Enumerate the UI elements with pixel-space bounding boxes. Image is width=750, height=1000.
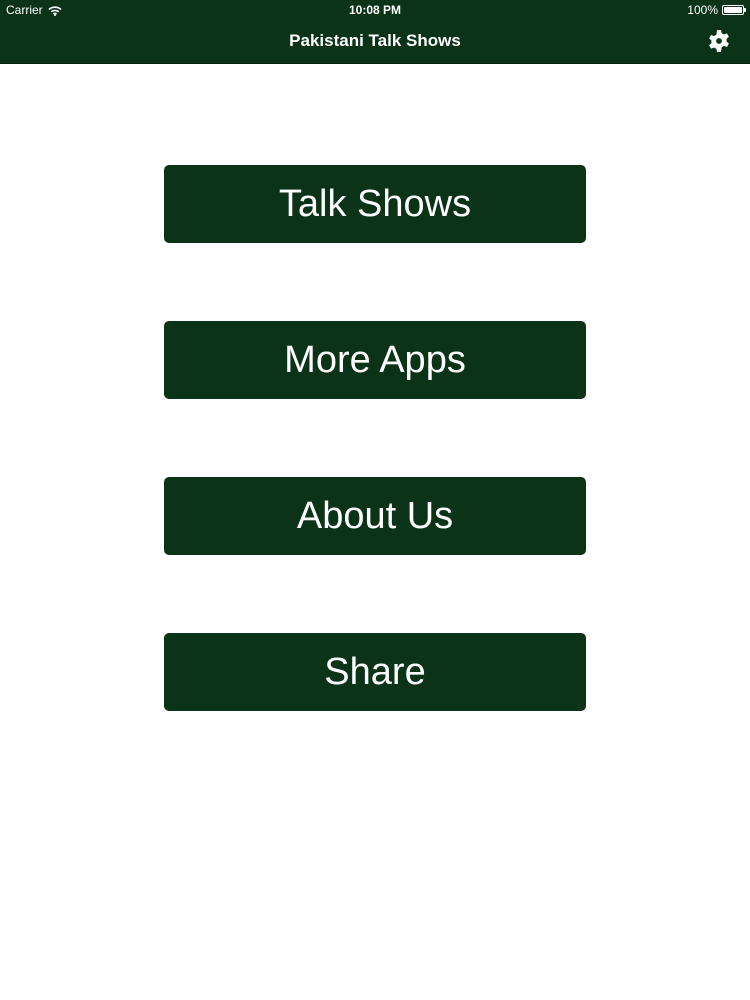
battery-indicator: 100% bbox=[687, 3, 746, 17]
gear-icon bbox=[709, 30, 729, 52]
battery-icon bbox=[722, 5, 746, 15]
status-time: 10:08 PM bbox=[348, 3, 402, 17]
battery-percent: 100% bbox=[687, 3, 718, 17]
more-apps-button[interactable]: More Apps bbox=[164, 321, 586, 399]
top-bar: Carrier 10:08 PM 100% Pakistani Talk Sho… bbox=[0, 0, 750, 64]
about-us-button[interactable]: About Us bbox=[164, 477, 586, 555]
page-title: Pakistani Talk Shows bbox=[289, 31, 461, 50]
status-bar: Carrier 10:08 PM 100% bbox=[0, 0, 750, 20]
share-button[interactable]: Share bbox=[164, 633, 586, 711]
settings-button[interactable] bbox=[706, 28, 732, 54]
talk-shows-button[interactable]: Talk Shows bbox=[164, 165, 586, 243]
